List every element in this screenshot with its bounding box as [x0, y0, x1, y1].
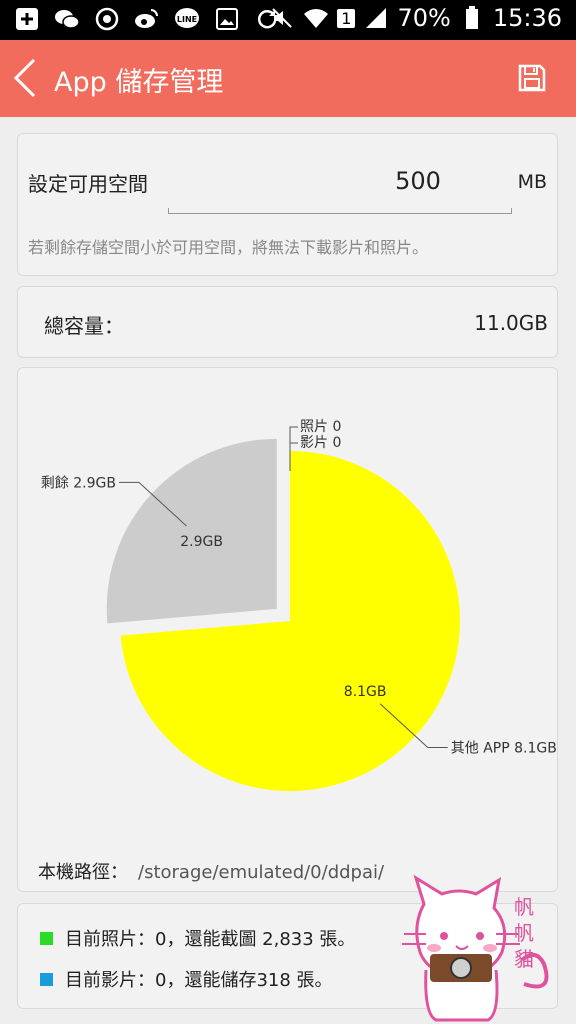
storage-path: 本機路徑： /storage/emulated/0/ddpai/	[38, 858, 384, 884]
slice-outer-label: 照片 0	[300, 419, 341, 435]
image-icon	[214, 6, 240, 32]
back-arrow-icon[interactable]	[12, 58, 38, 102]
photo-info: 目前照片：0，還能截圖 2,833 張。	[40, 925, 355, 951]
capacity-value: 11.0GB	[474, 311, 548, 335]
slice-outer-label: 影片 0	[300, 435, 341, 451]
app-bar: App 儲存管理	[0, 40, 576, 117]
wifi-icon	[303, 5, 329, 31]
space-value-input[interactable]: 500	[358, 167, 478, 195]
space-setting-label: 設定可用空間	[28, 172, 148, 196]
path-label: 本機路徑：	[38, 862, 128, 883]
capacity-label: 總容量：	[44, 314, 124, 338]
slice-value-label: 2.9GB	[180, 534, 223, 550]
save-icon[interactable]	[518, 64, 546, 96]
space-setting-card: 設定可用空間 500 MB 若剩餘存儲空間小於可用空間，將無法下載影片和照片。	[17, 133, 558, 276]
signal-icon	[363, 5, 389, 31]
space-hint: 若剩餘存儲空間小於可用空間，將無法下載影片和照片。	[28, 238, 429, 257]
video-info-text: 目前影片：0，還能儲存318 張。	[65, 970, 333, 991]
add-icon	[14, 6, 40, 32]
pie-slice-remaining	[106, 438, 277, 624]
path-value: /storage/emulated/0/ddpai/	[138, 862, 385, 883]
svg-text:LINE: LINE	[177, 15, 197, 24]
cat-mascot-logo: 帆帆貓	[402, 874, 549, 1022]
battery-icon	[459, 5, 485, 31]
storage-pie-chart: 8.1GB 其他 APP 8.1GB 2.9GB 剩餘 2.9GB 影片 0照片 0	[41, 419, 557, 791]
mute-icon	[269, 5, 295, 31]
clock: 15:36	[492, 4, 562, 32]
line-icon: LINE	[174, 6, 200, 32]
video-info: 目前影片：0，還能儲存318 張。	[40, 966, 333, 992]
mascot-text: 帆帆貓	[514, 895, 534, 971]
page-title: App 儲存管理	[54, 67, 224, 98]
video-color-swatch	[40, 972, 53, 986]
slice-value-label: 8.1GB	[344, 684, 387, 700]
photo-color-swatch	[40, 931, 53, 945]
slice-outer-label: 其他 APP 8.1GB	[451, 740, 557, 756]
sync-icon	[94, 6, 120, 32]
weibo-icon	[134, 6, 160, 32]
battery-percent: 70%	[397, 4, 451, 32]
photo-info-text: 目前照片：0，還能截圖 2,833 張。	[65, 929, 356, 950]
space-unit: MB	[517, 171, 547, 193]
storage-chart-card: 8.1GB 其他 APP 8.1GB 2.9GB 剩餘 2.9GB 影片 0 照片 0 本…	[17, 367, 558, 892]
capacity-card: 總容量： 11.0GB	[17, 286, 558, 358]
input-underline	[168, 208, 512, 214]
sim-indicator: 1	[337, 8, 356, 28]
status-bar: LINE 1 70% 15:36	[0, 0, 576, 40]
slice-outer-label: 剩餘 2.9GB	[41, 474, 116, 491]
wechat-icon	[54, 6, 80, 32]
